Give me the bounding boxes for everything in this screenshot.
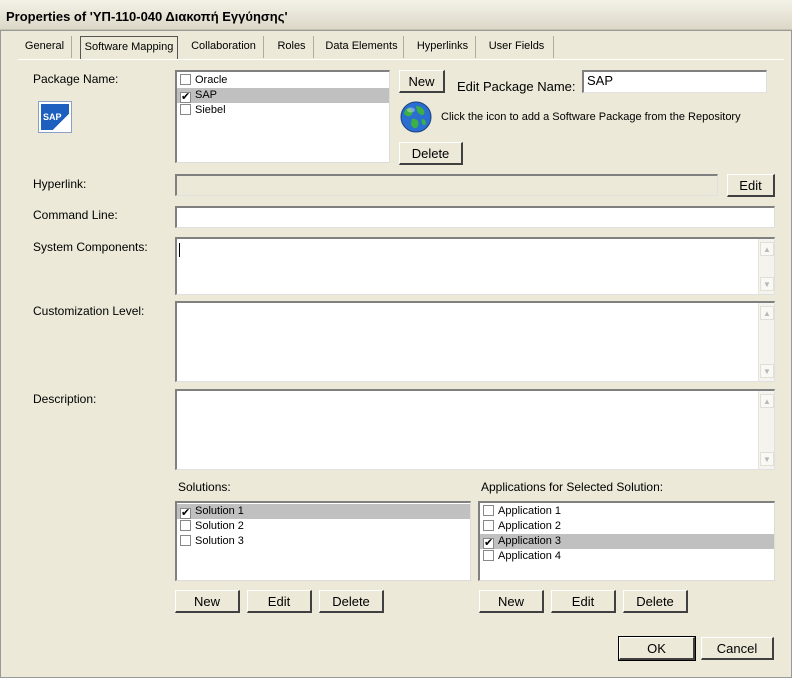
list-item-label: SAP [195, 89, 218, 101]
scroll-down-icon[interactable]: ▼ [760, 277, 774, 291]
scroll-down-icon[interactable]: ▼ [760, 452, 774, 466]
solution-edit-button[interactable]: Edit [247, 590, 312, 613]
application-new-button[interactable]: New [479, 590, 544, 613]
command-line-label: Command Line: [33, 208, 118, 222]
customization-level-textarea[interactable]: ▲ ▼ [175, 301, 775, 382]
checkbox-icon[interactable] [180, 520, 191, 531]
ok-button[interactable]: OK [618, 636, 696, 661]
list-item[interactable]: Application 2 [480, 519, 774, 534]
tab-general[interactable]: General [18, 36, 72, 58]
package-new-button[interactable]: New [399, 70, 445, 93]
description-textarea[interactable]: ▲ ▼ [175, 389, 775, 470]
scroll-down-icon[interactable]: ▼ [760, 364, 774, 378]
sap-logo-text: SAP [41, 104, 69, 130]
checkbox-icon[interactable] [483, 550, 494, 561]
list-item[interactable]: Oracle [177, 73, 389, 88]
system-components-textarea[interactable]: ▲ ▼ [175, 237, 775, 295]
globe-icon[interactable] [400, 101, 432, 133]
tab-data-elements[interactable]: Data Elements [320, 36, 404, 58]
list-item-label: Solution 2 [195, 520, 244, 532]
checkbox-checked-icon[interactable]: ✔ [483, 538, 494, 549]
checkbox-icon[interactable] [483, 505, 494, 516]
package-list[interactable]: Oracle ✔ SAP Siebel [175, 70, 390, 163]
hyperlink-input[interactable] [175, 174, 718, 196]
window-title: Properties of 'ΥΠ-110-040 Διακοπή Εγγύησ… [0, 0, 792, 30]
list-item-label: Application 3 [498, 535, 561, 547]
checkbox-icon[interactable] [483, 520, 494, 531]
description-scrollbar[interactable]: ▲ ▼ [758, 391, 774, 469]
repository-hint: Click the icon to add a Software Package… [441, 111, 741, 123]
list-item[interactable]: ✔ Application 3 [480, 534, 774, 549]
scroll-up-icon[interactable]: ▲ [760, 394, 774, 408]
package-delete-button[interactable]: Delete [399, 142, 463, 165]
solutions-list[interactable]: ✔ Solution 1 Solution 2 Solution 3 [175, 501, 471, 581]
tab-software-mapping[interactable]: Software Mapping [80, 36, 178, 60]
solution-new-button[interactable]: New [175, 590, 240, 613]
checkbox-checked-icon[interactable]: ✔ [180, 92, 191, 103]
cancel-button[interactable]: Cancel [701, 637, 774, 660]
list-item[interactable]: Application 1 [480, 504, 774, 519]
scroll-up-icon[interactable]: ▲ [760, 306, 774, 320]
list-item[interactable]: Solution 3 [177, 534, 470, 549]
system-components-label: System Components: [33, 240, 148, 254]
list-item-label: Oracle [195, 74, 228, 86]
tab-hyperlinks[interactable]: Hyperlinks [410, 36, 476, 58]
list-item[interactable]: ✔ Solution 1 [177, 504, 470, 519]
list-item-label: Solution 3 [195, 535, 244, 547]
tab-collaboration[interactable]: Collaboration [184, 36, 264, 58]
solutions-label: Solutions: [178, 480, 231, 494]
tab-panel-border [18, 59, 784, 61]
sap-logo-icon: SAP [38, 101, 72, 133]
hyperlink-label: Hyperlink: [33, 177, 87, 191]
list-item-label: Solution 1 [195, 505, 244, 517]
package-name-label: Package Name: [33, 72, 119, 86]
scroll-up-icon[interactable]: ▲ [760, 242, 774, 256]
solution-delete-button[interactable]: Delete [319, 590, 384, 613]
edit-package-name-input[interactable]: SAP [582, 70, 767, 93]
list-item[interactable]: Siebel [177, 103, 389, 118]
tab-user-fields[interactable]: User Fields [480, 36, 554, 58]
applications-label: Applications for Selected Solution: [481, 480, 664, 494]
description-label: Description: [33, 392, 97, 406]
customization-level-label: Customization Level: [33, 304, 145, 318]
customization-level-scrollbar[interactable]: ▲ ▼ [758, 303, 774, 381]
checkbox-icon[interactable] [180, 74, 191, 85]
application-delete-button[interactable]: Delete [623, 590, 688, 613]
list-item-label: Application 4 [498, 550, 561, 562]
edit-package-name-label: Edit Package Name: [457, 79, 576, 94]
tab-roles[interactable]: Roles [270, 36, 314, 58]
checkbox-checked-icon[interactable]: ✔ [180, 508, 191, 519]
hyperlink-edit-button[interactable]: Edit [727, 174, 775, 197]
application-edit-button[interactable]: Edit [551, 590, 616, 613]
checkbox-icon[interactable] [180, 104, 191, 115]
list-item-label: Siebel [195, 104, 226, 116]
list-item[interactable]: ✔ SAP [177, 88, 389, 103]
list-item[interactable]: Application 4 [480, 549, 774, 564]
checkbox-icon[interactable] [180, 535, 191, 546]
system-components-scrollbar[interactable]: ▲ ▼ [758, 239, 774, 294]
list-item-label: Application 1 [498, 505, 561, 517]
list-item-label: Application 2 [498, 520, 561, 532]
command-line-input[interactable] [175, 206, 775, 228]
text-caret [179, 243, 180, 257]
applications-list[interactable]: Application 1 Application 2 ✔ Application 3… [478, 501, 775, 581]
list-item[interactable]: Solution 2 [177, 519, 470, 534]
